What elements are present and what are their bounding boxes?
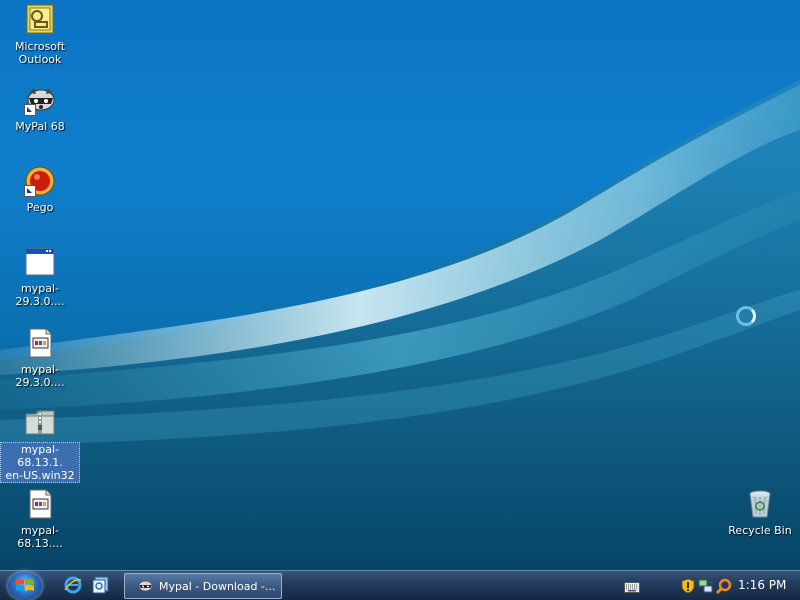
- switch-windows-icon[interactable]: [92, 576, 110, 594]
- desktop-icon-mypal-68-zip[interactable]: mypal-68.13.1. en-US.win32: [0, 406, 80, 483]
- mypal-raccoon-icon: [138, 580, 153, 592]
- mypal-raccoon-icon: [24, 84, 56, 116]
- desktop-icon-mypal-68[interactable]: MyPal 68: [0, 84, 80, 133]
- installer-icon: [24, 327, 56, 359]
- shortcut-arrow-icon: [24, 104, 36, 116]
- desktop-icon-microsoft-outlook[interactable]: Microsoft Outlook: [0, 4, 80, 66]
- start-button[interactable]: [8, 572, 42, 600]
- desktop-icon-label: Recycle Bin: [728, 524, 792, 537]
- zip-folder-icon: [24, 406, 56, 438]
- window-exe-icon: [24, 246, 56, 278]
- desktop-icon-label: mypal-68.13....: [17, 524, 63, 550]
- pego-icon: [24, 165, 56, 197]
- installer-icon: [24, 488, 56, 520]
- shortcut-arrow-icon: [24, 185, 36, 197]
- desktop-icon-mypal-68-installer[interactable]: mypal-68.13....: [0, 488, 80, 550]
- taskbar-clock[interactable]: 1:16 PM: [738, 578, 786, 592]
- wallpaper: [0, 80, 800, 570]
- recycle-bin-icon: [744, 488, 776, 520]
- outlook-icon: [24, 4, 56, 36]
- keyboard-icon[interactable]: [624, 579, 640, 593]
- busy-cursor-icon: [736, 306, 756, 326]
- network-icon[interactable]: [698, 578, 714, 594]
- desktop-icon-mypal-29-exe[interactable]: mypal-29.3.0....: [0, 246, 80, 308]
- internet-explorer-icon[interactable]: [64, 576, 82, 594]
- desktop-icon-label: mypal-29.3.0....: [15, 282, 65, 308]
- taskbar-button-mypal[interactable]: Mypal - Download -...: [124, 573, 282, 599]
- desktop-icon-label: mypal-68.13.1. en-US.win32: [0, 442, 80, 483]
- desktop-icon-label: MyPal 68: [15, 120, 65, 133]
- desktop-icon-pego[interactable]: Pego: [0, 165, 80, 214]
- search-icon[interactable]: [715, 578, 732, 595]
- desktop-icon-recycle-bin[interactable]: Recycle Bin: [720, 488, 800, 537]
- taskbar[interactable]: Mypal - Download -... 1:16 PM: [0, 570, 800, 600]
- desktop-icon-label: Pego: [26, 201, 54, 214]
- desktop-icon-mypal-29-installer[interactable]: mypal-29.3.0....: [0, 327, 80, 389]
- desktop[interactable]: Microsoft Outlook MyPal 68 Pego mypal-29…: [0, 0, 800, 570]
- windows-logo-icon: [16, 579, 34, 591]
- desktop-icon-label: Microsoft Outlook: [14, 40, 66, 66]
- desktop-icon-label: mypal-29.3.0....: [15, 363, 65, 389]
- security-shield-icon[interactable]: [680, 578, 696, 594]
- taskbar-button-label: Mypal - Download -...: [159, 579, 276, 593]
